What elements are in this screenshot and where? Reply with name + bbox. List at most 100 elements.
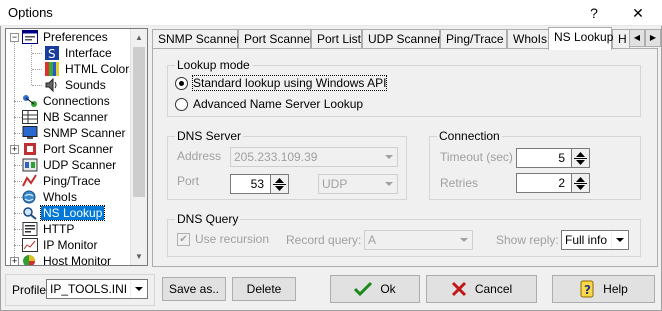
retries-label: Retries <box>440 176 479 190</box>
profile-value: IP_TOOLS.INI <box>50 282 128 296</box>
help-button[interactable]: ? Help <box>552 275 655 303</box>
port-spinner[interactable]: 53 <box>230 174 289 194</box>
options-tree[interactable]: − Preferences S Interface HTML Colors So… <box>5 28 148 266</box>
window-title: Options <box>8 5 53 20</box>
record-query-label: Record query: <box>286 233 362 247</box>
standard-lookup-radio[interactable]: Standard lookup using Windows API <box>175 75 388 91</box>
timeout-spinner[interactable]: 5 <box>516 148 590 168</box>
tab-port-scanner[interactable]: Port Scanner <box>238 29 314 49</box>
checkmark-icon[interactable]: ✔ <box>177 232 190 246</box>
collapse-preferences-icon[interactable]: − <box>10 33 19 42</box>
tab-ping-trace[interactable]: Ping/Trace <box>440 29 507 49</box>
address-combo[interactable]: 205.233.109.39 <box>230 147 398 167</box>
tab-scroll-right-icon[interactable]: ▶ <box>645 29 661 47</box>
lookup-mode-title: Lookup mode <box>175 58 252 72</box>
whois-icon <box>22 190 38 204</box>
cancel-label: Cancel <box>474 282 513 296</box>
http-icon <box>22 222 38 236</box>
tab-udp-scanner[interactable]: UDP Scanner <box>362 29 441 49</box>
tree-label: WhoIs <box>43 190 78 204</box>
save-as-button[interactable]: Save as.. <box>162 277 226 301</box>
profile-combo[interactable]: IP_TOOLS.INI <box>46 279 148 299</box>
port-label: Port <box>177 174 200 188</box>
chevron-down-icon[interactable] <box>380 148 397 166</box>
protocol-value: UDP <box>322 177 348 191</box>
tree-item-snmp-scanner[interactable]: SNMP Scanner <box>22 125 127 141</box>
tab-scroll-buttons: ◀ ▶ <box>629 29 661 47</box>
tree-label: NB Scanner <box>43 110 108 124</box>
record-query-combo[interactable]: A <box>364 230 473 250</box>
delete-button[interactable]: Delete <box>232 277 296 301</box>
tree-item-ping-trace[interactable]: Ping/Trace <box>22 173 103 189</box>
hostmonitor-icon <box>22 254 38 265</box>
show-reply-combo[interactable]: Full info <box>561 230 629 250</box>
svg-text:?: ? <box>584 283 591 297</box>
chevron-down-icon[interactable] <box>130 280 147 298</box>
chevron-down-icon[interactable] <box>455 231 472 249</box>
tree-scrollbar[interactable]: ▲ ▼ <box>130 29 147 265</box>
show-reply-label: Show reply: <box>496 233 559 247</box>
use-recursion-checkbox[interactable]: ✔ Use recursion <box>177 232 269 246</box>
udp-icon <box>22 158 38 172</box>
expand-host-monitor-icon[interactable]: + <box>10 257 19 265</box>
close-button[interactable]: ✕ <box>626 3 650 23</box>
tree-label: UDP Scanner <box>43 158 117 172</box>
dns-query-title: DNS Query <box>175 212 241 226</box>
retries-input[interactable]: 2 <box>516 173 572 193</box>
tree-item-nb-scanner[interactable]: NB Scanner <box>22 109 110 125</box>
radio-unselected-icon[interactable] <box>175 97 188 111</box>
tree-label: Interface <box>65 46 112 60</box>
chevron-down-icon[interactable] <box>611 231 628 249</box>
standard-lookup-label: Standard lookup using Windows API <box>191 75 388 91</box>
cancel-button[interactable]: Cancel <box>426 275 537 303</box>
help-title-button[interactable]: ? <box>582 3 606 23</box>
spinner-arrows-icon[interactable] <box>271 174 289 194</box>
tab-port-list[interactable]: Port List <box>311 29 362 49</box>
scroll-down-icon[interactable]: ▼ <box>131 248 147 265</box>
tree-item-preferences[interactable]: Preferences <box>22 29 110 45</box>
expand-port-scanner-icon[interactable]: + <box>10 145 19 154</box>
tree-label: SNMP Scanner <box>43 126 126 140</box>
port-input[interactable]: 53 <box>230 174 271 194</box>
tab-partial-h[interactable]: H <box>612 29 630 49</box>
spinner-arrows-icon[interactable] <box>572 173 590 193</box>
tree-item-ip-monitor[interactable]: IP Monitor <box>22 237 99 253</box>
tree-item-sounds[interactable]: Sounds <box>44 77 108 93</box>
timeout-input[interactable]: 5 <box>516 148 572 168</box>
help-label: Help <box>603 282 628 296</box>
record-query-value: A <box>368 233 377 247</box>
retries-spinner[interactable]: 2 <box>516 173 590 193</box>
tree-label: HTML Colors <box>65 62 136 76</box>
tree-item-connections[interactable]: Connections <box>22 93 112 109</box>
advanced-lookup-radio[interactable]: Advanced Name Server Lookup <box>175 97 363 111</box>
svg-text:S: S <box>48 47 56 60</box>
tree-item-whois[interactable]: WhoIs <box>22 189 79 205</box>
chevron-down-icon[interactable] <box>380 175 397 193</box>
protocol-combo[interactable]: UDP <box>318 174 398 194</box>
tree-item-http[interactable]: HTTP <box>22 221 76 237</box>
tree-label: Host Monitor <box>43 254 112 266</box>
tree-item-port-scanner[interactable]: Port Scanner <box>22 141 115 157</box>
tree-item-ns-lookup[interactable]: NS Lookup <box>22 205 106 221</box>
tree-item-udp-scanner[interactable]: UDP Scanner <box>22 157 118 173</box>
tree-label: Ping/Trace <box>43 174 101 188</box>
tree-item-host-monitor[interactable]: Host Monitor <box>22 253 113 266</box>
speaker-icon <box>44 77 60 93</box>
scroll-thumb[interactable] <box>133 47 145 197</box>
address-value: 205.233.109.39 <box>234 150 318 164</box>
timeout-label: Timeout (sec) <box>440 150 513 164</box>
spinner-arrows-icon[interactable] <box>572 148 590 168</box>
tab-snmp-scanner[interactable]: SNMP Scanner <box>152 29 240 49</box>
tree-label: IP Monitor <box>43 238 98 252</box>
radio-selected-icon[interactable] <box>175 76 188 90</box>
preferences-icon <box>22 30 38 44</box>
tree-item-html-colors[interactable]: HTML Colors <box>44 61 137 77</box>
scroll-up-icon[interactable]: ▲ <box>131 29 147 46</box>
tab-whois[interactable]: WhoIs <box>507 29 549 49</box>
tab-scroll-left-icon[interactable]: ◀ <box>629 29 645 47</box>
tree-item-interface[interactable]: S Interface <box>44 45 114 61</box>
tree-label: NS Lookup <box>39 205 106 221</box>
tab-ns-lookup[interactable]: NS Lookup <box>548 27 613 50</box>
ok-button[interactable]: Ok <box>330 275 420 303</box>
interface-icon: S <box>44 46 60 61</box>
